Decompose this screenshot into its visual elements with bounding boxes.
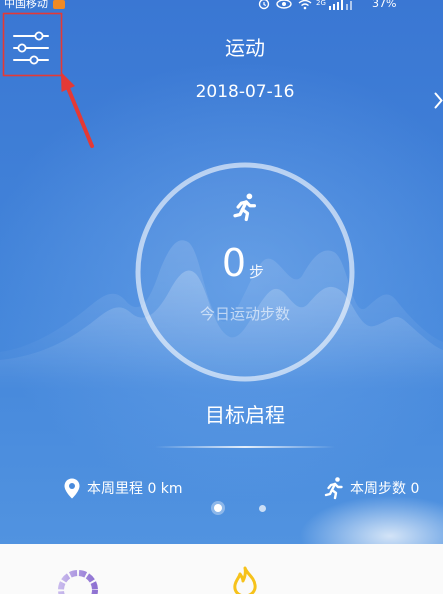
annotation-arrow-head bbox=[61, 72, 75, 92]
today-steps-caption: 今日运动步数 bbox=[199, 305, 290, 323]
network-type: 2G bbox=[316, 0, 326, 7]
hero-area: 中国移动 2G 37% 运动 2018-07-16 0 步 今日运动步数 目标启… bbox=[0, 0, 443, 544]
flame-icon[interactable] bbox=[228, 566, 262, 594]
wifi-icon bbox=[298, 0, 312, 10]
alarm-icon bbox=[258, 0, 270, 10]
goal-divider bbox=[155, 446, 335, 448]
runner-icon bbox=[233, 193, 256, 222]
weekly-steps: 本周步数 0 bbox=[350, 481, 420, 497]
runner-icon bbox=[324, 477, 343, 500]
progress-ring-icon[interactable] bbox=[55, 566, 101, 594]
chevron-right-icon[interactable] bbox=[434, 92, 443, 109]
battery-percent: 37% bbox=[372, 0, 397, 10]
eye-icon bbox=[276, 0, 292, 9]
page-dot[interactable] bbox=[259, 504, 266, 512]
bottom-panel bbox=[0, 544, 443, 594]
page-indicator bbox=[214, 501, 266, 515]
today-steps-unit: 步 bbox=[249, 263, 265, 281]
annotation-box bbox=[2, 12, 63, 77]
signal-icon bbox=[329, 0, 352, 10]
goal-button[interactable]: 目标启程 bbox=[165, 402, 325, 428]
date-label[interactable]: 2018-07-16 bbox=[155, 81, 335, 103]
sports-screen: 中国移动 2G 37% 运动 2018-07-16 0 步 今日运动步数 目标启… bbox=[0, 0, 443, 594]
today-steps-value: 0 bbox=[221, 241, 247, 285]
page-dot[interactable] bbox=[214, 504, 222, 512]
annotation-overlay bbox=[2, 12, 94, 148]
page-title: 运动 bbox=[225, 36, 265, 60]
annotation-arrow-shaft bbox=[66, 86, 94, 148]
weekly-distance: 本周里程 0 km bbox=[87, 481, 183, 497]
location-pin-icon bbox=[64, 478, 80, 499]
